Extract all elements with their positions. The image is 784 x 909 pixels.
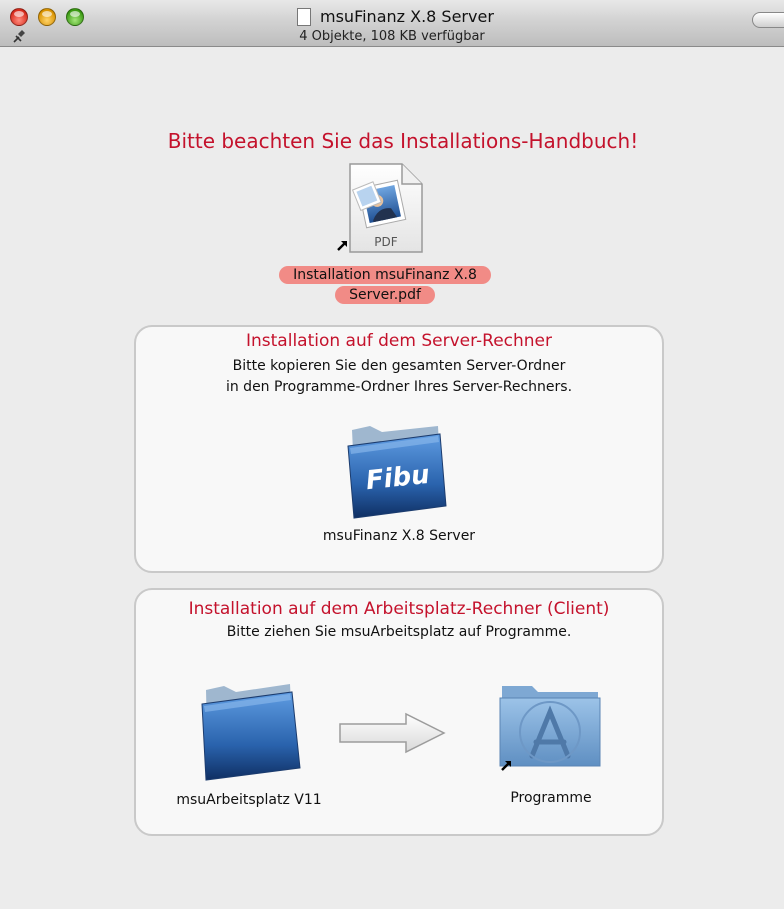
window-title: msuFinanz X.8 Server xyxy=(320,7,494,26)
close-button[interactable] xyxy=(10,8,28,26)
alias-arrow-icon xyxy=(501,761,511,771)
zoom-button[interactable] xyxy=(66,8,84,26)
document-icon xyxy=(297,8,311,26)
title-bar[interactable]: msuFinanz X.8 Server 4 Objekte, 108 KB v… xyxy=(0,0,784,47)
toolbar-toggle-button[interactable] xyxy=(752,12,784,28)
status-bar-text: 4 Objekte, 108 KB verfügbar xyxy=(299,29,485,44)
manual-headline: Bitte beachten Sie das Installations-Han… xyxy=(167,129,639,153)
pdf-icon-text: PDF xyxy=(374,235,397,249)
client-target-label[interactable]: Programme xyxy=(486,790,616,806)
client-section-title: Installation auf dem Arbeitsplatz-Rechne… xyxy=(188,599,610,619)
server-section-title: Installation auf dem Server-Rechner xyxy=(246,331,552,351)
pdf-file-label[interactable]: Installation msuFinanz X.8 Server.pdf xyxy=(262,265,508,305)
server-install-panel: Installation auf dem Server-Rechner Bitt… xyxy=(134,325,664,573)
server-section-line1: Bitte kopieren Sie den gesamten Server-O… xyxy=(232,358,566,374)
client-install-panel: Installation auf dem Arbeitsplatz-Rechne… xyxy=(134,588,664,836)
server-folder-label[interactable]: msuFinanz X.8 Server xyxy=(136,528,662,544)
client-section-text: Bitte ziehen Sie msuArbeitsplatz auf Pro… xyxy=(226,624,572,640)
alias-arrow-icon xyxy=(337,241,347,251)
server-section-line2: in den Programme-Ordner Ihres Server-Rec… xyxy=(225,379,573,395)
client-source-label[interactable]: msuArbeitsplatz V11 xyxy=(154,792,344,808)
fibu-folder-icon[interactable]: Fibu xyxy=(342,420,450,520)
right-arrow-icon xyxy=(339,712,446,754)
minimize-button[interactable] xyxy=(38,8,56,26)
folder-icon[interactable] xyxy=(194,676,304,784)
pdf-file-name: Installation msuFinanz X.8 Server.pdf xyxy=(279,266,491,304)
finder-window: msuFinanz X.8 Server 4 Objekte, 108 KB v… xyxy=(0,0,784,909)
